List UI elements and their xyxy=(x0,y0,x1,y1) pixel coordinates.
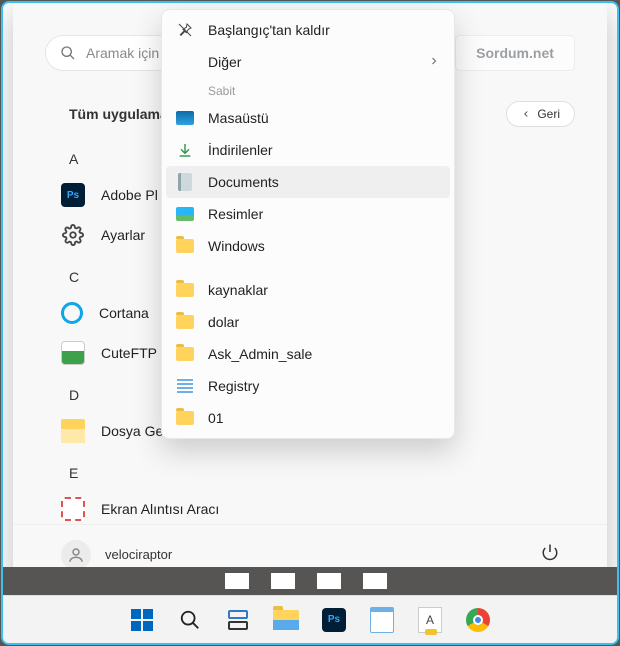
letter-header[interactable]: E xyxy=(45,451,575,489)
folder-icon xyxy=(176,345,194,363)
folder-icon xyxy=(176,313,194,331)
avatar-icon xyxy=(61,540,91,570)
taskbar: Ps A xyxy=(3,595,617,643)
ctx-item-dolar[interactable]: dolar xyxy=(166,306,450,338)
registry-icon xyxy=(176,377,194,395)
user-button[interactable]: velociraptor xyxy=(61,540,172,570)
context-menu: Başlangıç'tan kaldır Diğer Sabit Masaüst… xyxy=(161,9,455,439)
cortana-icon xyxy=(61,302,83,324)
taskbar-search[interactable] xyxy=(170,600,210,640)
chevron-left-icon xyxy=(521,109,531,119)
sordum-button[interactable]: Sordum.net xyxy=(455,35,575,71)
ctx-item-registry[interactable]: Registry xyxy=(166,370,450,402)
all-apps-title: Tüm uygulama xyxy=(69,106,168,122)
taskview-icon xyxy=(228,610,248,630)
user-name: velociraptor xyxy=(105,547,172,562)
ctx-pinned-pictures[interactable]: Resimler xyxy=(166,198,450,230)
ctx-label: Ask_Admin_sale xyxy=(208,346,312,362)
document-icon xyxy=(176,173,194,191)
pictures-icon xyxy=(176,205,194,223)
app-label: Adobe Pl xyxy=(101,187,158,203)
taskbar-taskview[interactable] xyxy=(218,600,258,640)
ctx-pinned-documents[interactable]: Documents xyxy=(166,166,450,198)
ctx-label: Resimler xyxy=(208,206,263,222)
unpin-icon xyxy=(176,21,194,39)
ctx-label: Documents xyxy=(208,174,279,190)
desktop-background xyxy=(3,567,617,595)
chevron-right-icon xyxy=(428,54,440,70)
blank-icon xyxy=(176,53,194,71)
taskbar-fontcreator[interactable]: A xyxy=(410,600,450,640)
app-label: Cortana xyxy=(99,305,149,321)
download-icon xyxy=(176,141,194,159)
taskbar-chrome[interactable] xyxy=(458,600,498,640)
ctx-label: Masaüstü xyxy=(208,110,269,126)
windows-icon xyxy=(131,609,153,631)
folder-icon xyxy=(61,419,85,443)
app-label: Ekran Alıntısı Aracı xyxy=(101,501,219,517)
desktop-icon xyxy=(176,109,194,127)
taskbar-explorer[interactable] xyxy=(266,600,306,640)
folder-icon xyxy=(176,281,194,299)
taskbar-notepad[interactable] xyxy=(362,600,402,640)
explorer-icon xyxy=(273,610,299,630)
back-label: Geri xyxy=(537,107,560,121)
app-item-snipping[interactable]: Ekran Alıntısı Aracı xyxy=(45,489,575,529)
ctx-item-kaynaklar[interactable]: kaynaklar xyxy=(166,274,450,306)
ctx-label: Diğer xyxy=(208,54,241,70)
taskbar-photoshop[interactable]: Ps xyxy=(314,600,354,640)
gear-icon xyxy=(61,223,85,247)
photoshop-icon: Ps xyxy=(61,183,85,207)
notepad-icon xyxy=(370,607,394,633)
ctx-item-ask-admin[interactable]: Ask_Admin_sale xyxy=(166,338,450,370)
snipping-icon xyxy=(61,497,85,521)
cuteftp-icon xyxy=(61,341,85,365)
folder-icon xyxy=(176,409,194,427)
folder-icon xyxy=(176,237,194,255)
search-placeholder: Aramak için b xyxy=(86,45,171,61)
ctx-label: Windows xyxy=(208,238,265,254)
start-button[interactable] xyxy=(122,600,162,640)
photoshop-icon: Ps xyxy=(322,608,346,632)
power-button[interactable] xyxy=(541,543,559,566)
back-button[interactable]: Geri xyxy=(506,101,575,127)
search-icon xyxy=(60,45,76,61)
ctx-pinned-downloads[interactable]: İndirilenler xyxy=(166,134,450,166)
ctx-label: Registry xyxy=(208,378,259,394)
ctx-label: 01 xyxy=(208,410,224,426)
ctx-header-pinned: Sabit xyxy=(166,78,450,102)
ctx-unpin[interactable]: Başlangıç'tan kaldır xyxy=(166,14,450,46)
search-icon xyxy=(179,609,201,631)
ctx-label: İndirilenler xyxy=(208,142,273,158)
ctx-more[interactable]: Diğer xyxy=(166,46,450,78)
fontcreator-icon: A xyxy=(418,607,442,633)
ctx-item-01[interactable]: 01 xyxy=(166,402,450,434)
ctx-label: Başlangıç'tan kaldır xyxy=(208,22,330,38)
app-label: Ayarlar xyxy=(101,227,145,243)
ctx-pinned-windows[interactable]: Windows xyxy=(166,230,450,262)
app-label: CuteFTP ! xyxy=(101,345,165,361)
ctx-label: dolar xyxy=(208,314,239,330)
chrome-icon xyxy=(466,608,490,632)
ctx-pinned-desktop[interactable]: Masaüstü xyxy=(166,102,450,134)
ctx-label: kaynaklar xyxy=(208,282,268,298)
